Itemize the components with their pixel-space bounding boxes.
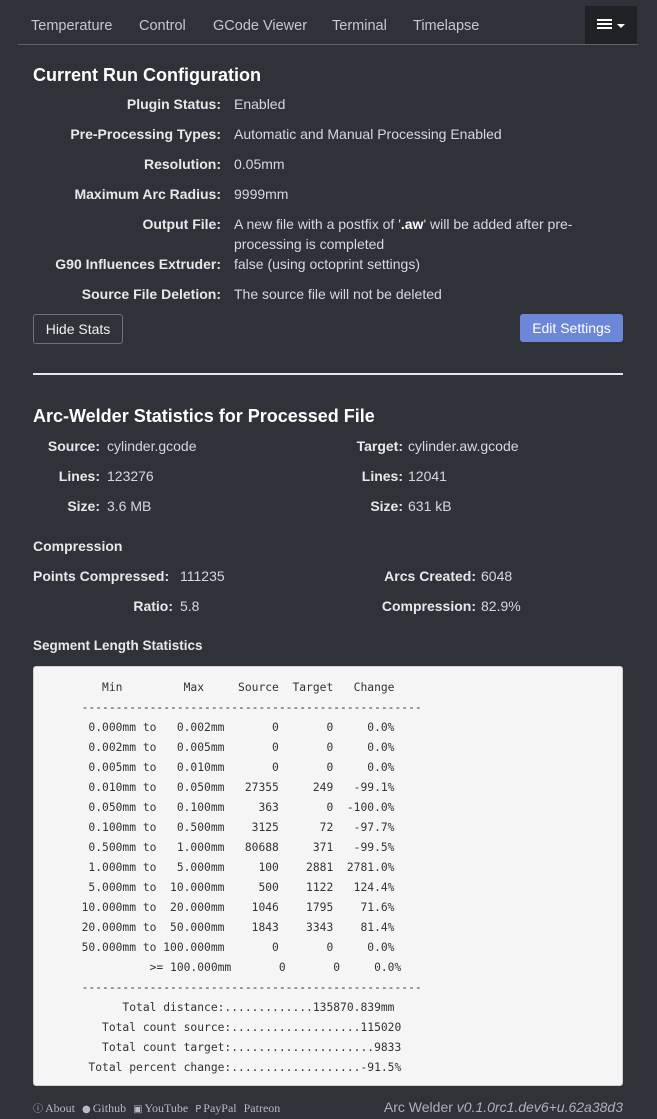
- segment-stats-line: 0.002mm to 0.005mm 0 0 0.0%: [34, 741, 395, 754]
- points-compressed-label: Points Compressed:: [33, 568, 170, 584]
- segment-stats-line: 0.005mm to 0.010mm 0 0 0.0%: [34, 761, 395, 774]
- segment-heading: Segment Length Statistics: [33, 638, 203, 653]
- tab-temperature[interactable]: Temperature: [31, 18, 112, 34]
- segment-stats-line: 50.000mm to 100.000mm 0 0 0.0%: [34, 941, 395, 954]
- more-tabs-menu-button[interactable]: [585, 6, 637, 44]
- segment-stats-line: 0.100mm to 0.500mm 3125 72 -97.7%: [34, 821, 395, 834]
- segment-stats-line: ----------------------------------------…: [34, 701, 422, 714]
- target-label: Target:: [356, 438, 403, 454]
- resolution-value: 0.05mm: [234, 156, 285, 172]
- tab-control[interactable]: Control: [139, 18, 186, 34]
- footer-links: ⓘ About ● Github ▣ YouTube P PayPal Patreon: [33, 1100, 284, 1116]
- max-arc-radius-label: Maximum Arc Radius:: [74, 186, 221, 202]
- youtube-link[interactable]: ▣ YouTube: [133, 1101, 188, 1115]
- source-lines-value: 123276: [107, 468, 154, 484]
- segment-stats-line: 0.000mm to 0.002mm 0 0 0.0%: [34, 721, 395, 734]
- section-divider: [33, 373, 623, 375]
- hide-stats-button[interactable]: Hide Stats: [33, 314, 123, 344]
- target-size-value: 631 kB: [408, 498, 452, 514]
- source-lines-label: Lines:: [58, 468, 100, 484]
- segment-stats-line: 0.050mm to 0.100mm 363 0 -100.0%: [34, 801, 395, 814]
- target-size-label: Size:: [370, 498, 403, 514]
- youtube-icon: ▣: [133, 1104, 143, 1115]
- pre-processing-types-label: Pre-Processing Types:: [70, 126, 221, 142]
- version-info: Arc Welder v0.1.0rc1.dev6+u.62a38d3: [383, 1099, 623, 1115]
- patreon-link[interactable]: Patreon: [244, 1101, 281, 1115]
- segment-stats-table: Min Max Source Target Change -----------…: [34, 678, 622, 1078]
- output-file-value: A new file with a postfix of '.aw' will …: [234, 216, 573, 252]
- ratio-value: 5.8: [180, 598, 200, 614]
- plugin-status-label: Plugin Status:: [126, 96, 221, 112]
- arcs-created-value: 6048: [481, 568, 513, 584]
- compression-heading: Compression: [33, 538, 123, 554]
- segment-stats-line: >= 100.000mm 0 0 0.0%: [34, 961, 402, 974]
- source-deletion-value: The source file will not be deleted: [234, 286, 442, 302]
- list-icon: [597, 19, 612, 30]
- segment-stats-line: Total percent change:...................…: [34, 1061, 402, 1074]
- compression-value: 82.9%: [481, 598, 521, 614]
- max-arc-radius-value: 9999mm: [234, 186, 289, 202]
- segment-stats-line: 10.000mm to 20.000mm 1046 1795 71.6%: [34, 901, 395, 914]
- edit-settings-button[interactable]: Edit Settings: [520, 314, 623, 342]
- segment-stats-line: 0.500mm to 1.000mm 80688 371 -99.5%: [34, 841, 395, 854]
- segment-stats-line: 20.000mm to 50.000mm 1843 3343 81.4%: [34, 921, 395, 934]
- source-deletion-label: Source File Deletion:: [81, 286, 221, 302]
- g90-value: false (using octoprint settings): [234, 256, 420, 272]
- source-size-label: Size:: [67, 498, 100, 514]
- target-lines-label: Lines:: [361, 468, 403, 484]
- target-value: cylinder.aw.gcode: [408, 438, 519, 454]
- info-icon: ⓘ: [33, 1104, 43, 1115]
- tab-timelapse[interactable]: Timelapse: [413, 18, 479, 34]
- about-link[interactable]: ⓘ About: [33, 1101, 75, 1115]
- paypal-icon: P: [195, 1104, 202, 1115]
- github-icon: ●: [82, 1104, 91, 1115]
- compression-label: Compression:: [381, 598, 476, 614]
- paypal-link[interactable]: P PayPal: [195, 1101, 236, 1115]
- points-compressed-value: 111235: [180, 568, 225, 584]
- caret-down-icon: [617, 24, 625, 28]
- output-file-label: Output File:: [142, 216, 221, 232]
- segment-stats-box: Min Max Source Target Change -----------…: [33, 666, 623, 1086]
- segment-stats-line: 5.000mm to 10.000mm 500 1122 124.4%: [34, 881, 395, 894]
- g90-label: G90 Influences Extruder:: [55, 256, 221, 272]
- target-lines-value: 12041: [408, 468, 447, 484]
- arcs-created-label: Arcs Created:: [384, 568, 476, 584]
- resolution-label: Resolution:: [144, 156, 221, 172]
- source-size-value: 3.6 MB: [107, 498, 152, 514]
- segment-stats-line: Min Max Source Target Change: [34, 681, 395, 694]
- segment-stats-line: Total count source:...................11…: [34, 1021, 402, 1034]
- config-title: Current Run Configuration: [33, 65, 261, 85]
- segment-stats-line: Total distance:.............135870.839mm: [34, 1001, 395, 1014]
- github-link[interactable]: ● Github: [82, 1101, 126, 1115]
- plugin-status-value: Enabled: [234, 96, 286, 112]
- segment-stats-line: Total count target:.....................…: [34, 1041, 402, 1054]
- segment-stats-line: 0.010mm to 0.050mm 27355 249 -99.1%: [34, 781, 395, 794]
- source-value: cylinder.gcode: [107, 438, 197, 454]
- tab-bar: Temperature Control GCode Viewer Termina…: [18, 0, 638, 45]
- version-number: v0.1.0rc1.dev6+u.62a38d3: [456, 1099, 623, 1115]
- tab-gcode-viewer[interactable]: GCode Viewer: [213, 18, 307, 34]
- stats-title: Arc-Welder Statistics for Processed File: [33, 406, 375, 426]
- pre-processing-types-value: Automatic and Manual Processing Enabled: [234, 126, 502, 142]
- tab-terminal[interactable]: Terminal: [332, 18, 387, 34]
- segment-stats-line: ----------------------------------------…: [34, 981, 422, 994]
- source-label: Source:: [47, 438, 100, 454]
- segment-stats-line: 1.000mm to 5.000mm 100 2881 2781.0%: [34, 861, 395, 874]
- ratio-label: Ratio:: [133, 598, 173, 614]
